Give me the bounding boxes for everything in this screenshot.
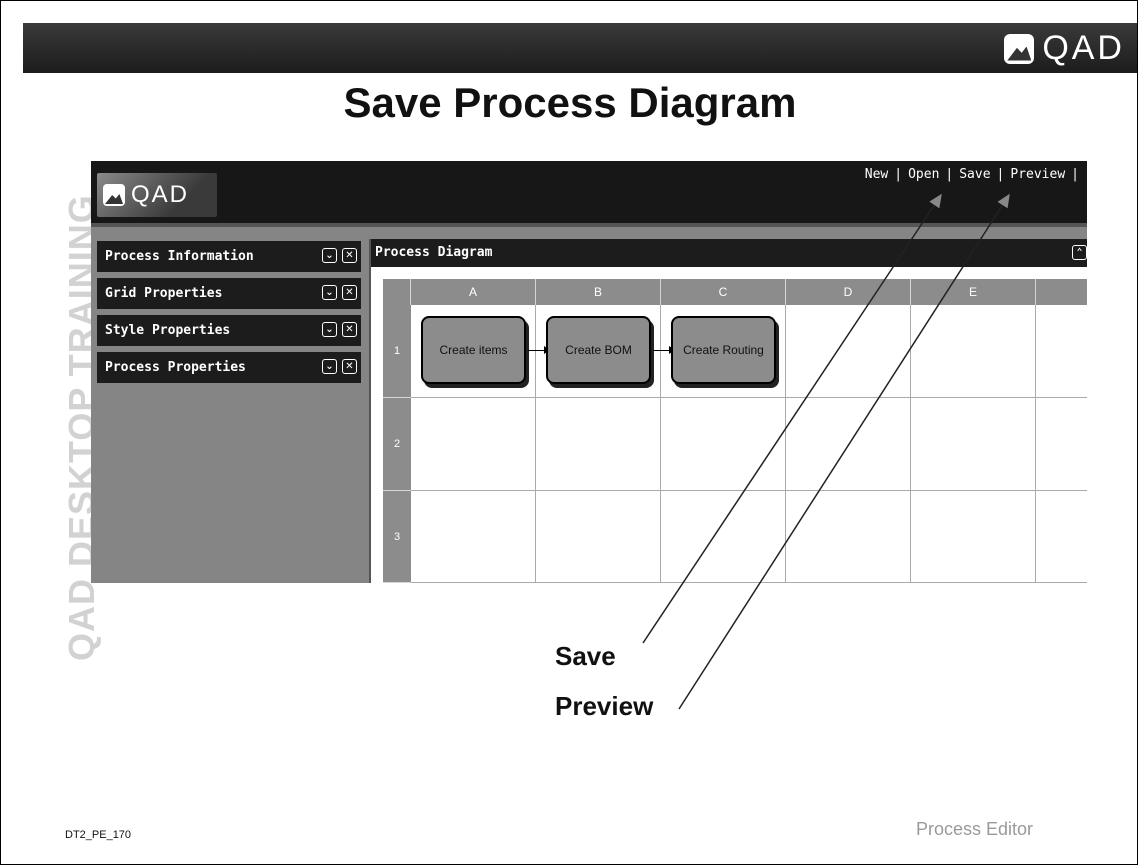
footer-section-name: Process Editor xyxy=(916,819,1034,839)
save-callout-arrow xyxy=(642,193,942,644)
footer-slide-code: DT2_PE_170 xyxy=(65,829,132,841)
preview-callout-arrow xyxy=(678,193,1010,710)
training-slide: QAD Save Process Diagram QAD DESKTOP TRA… xyxy=(0,0,1138,865)
callout-arrows xyxy=(642,193,1010,710)
save-callout-label: Save xyxy=(555,641,616,671)
preview-callout-label: Preview xyxy=(555,691,654,721)
